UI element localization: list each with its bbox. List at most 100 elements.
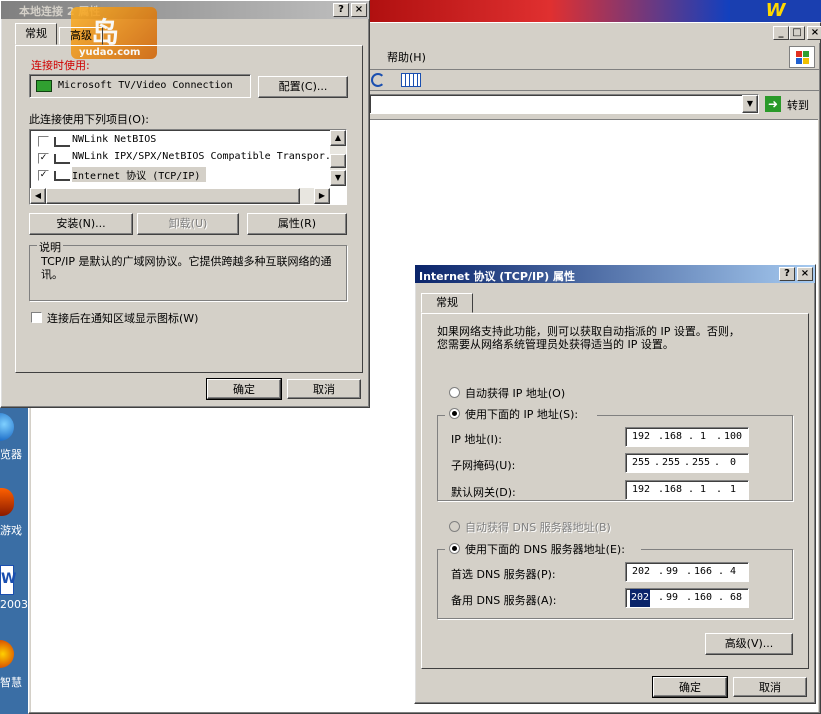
ip-octet: 255: [632, 457, 651, 468]
ip-address-input[interactable]: 192. 168. 1. 100: [625, 427, 749, 447]
network-adapter-icon: [36, 80, 52, 92]
dns-group: [437, 549, 793, 619]
tab-general[interactable]: 常规: [421, 293, 473, 313]
preferred-dns-input[interactable]: 202. 99. 166. 4: [625, 562, 749, 582]
ip-octet: 168: [664, 431, 683, 442]
item-label[interactable]: Internet 协议 (TCP/IP): [72, 167, 207, 182]
address-dropdown-button[interactable]: ▼: [742, 95, 758, 113]
ip-octet: 100: [724, 431, 743, 442]
ip-octet: 0: [730, 457, 737, 468]
tab-general[interactable]: 常规: [15, 23, 57, 45]
close-icon[interactable]: ×: [797, 267, 813, 281]
mask-label: 子网掩码(U):: [451, 459, 516, 472]
vertical-scrollbar[interactable]: ▲ ▼: [330, 130, 346, 186]
pref-dns-label: 首选 DNS 服务器(P):: [451, 568, 556, 581]
desktop-icon-label: 智慧: [0, 676, 22, 689]
item-label[interactable]: NWLink NetBIOS: [72, 134, 156, 145]
help-icon[interactable]: ?: [333, 3, 349, 17]
ip-octet: 1: [730, 484, 737, 495]
item-checkbox[interactable]: [38, 136, 49, 147]
item-checkbox[interactable]: ✓: [38, 170, 49, 181]
ip-octet: 192: [632, 484, 651, 495]
adapter-field: Microsoft TV/Video Connection: [29, 74, 251, 98]
ok-button[interactable]: 确定: [206, 378, 282, 400]
configure-button[interactable]: 配置(C)...: [258, 76, 348, 98]
notify-label[interactable]: 连接后在通知区域显示图标(W): [47, 310, 198, 326]
notify-checkbox[interactable]: [31, 312, 42, 323]
toolbar-divider: [369, 69, 819, 70]
auto-ip-radio[interactable]: [449, 387, 460, 398]
ip-octet: 202: [632, 566, 651, 577]
connect-using-label: 连接时使用:: [31, 59, 90, 72]
tab-advanced[interactable]: 高级: [59, 27, 103, 45]
tab-advanced-label: 高级: [70, 29, 92, 42]
horizontal-scrollbar[interactable]: ◀ ▶: [30, 188, 330, 204]
auto-ip-label[interactable]: 自动获得 IP 地址(O): [465, 385, 565, 401]
alt-dns-label: 备用 DNS 服务器(A):: [451, 594, 557, 607]
go-icon[interactable]: ➜: [765, 96, 781, 112]
cancel-button[interactable]: 取消: [287, 379, 361, 399]
help-icon[interactable]: ?: [779, 267, 795, 281]
properties-button[interactable]: 属性(R): [247, 213, 347, 235]
word-icon[interactable]: W: [0, 565, 16, 595]
scroll-right-button[interactable]: ▶: [314, 188, 330, 204]
toolbar-divider-2: [369, 90, 819, 91]
description-label: 说明: [37, 239, 63, 255]
protocol-icon: [54, 154, 70, 164]
scroll-thumb[interactable]: [330, 154, 346, 168]
use-dns-label[interactable]: 使用下面的 DNS 服务器地址(E):: [465, 541, 625, 557]
close-icon[interactable]: ×: [807, 26, 821, 40]
menu-help[interactable]: 帮助(H): [387, 49, 426, 65]
items-list[interactable]: NWLink NetBIOS ✓ NWLink IPX/SPX/NetBIOS …: [29, 129, 347, 205]
ip-label: IP 地址(I):: [451, 433, 502, 446]
scroll-up-button[interactable]: ▲: [330, 130, 346, 146]
tab-general-label: 常规: [25, 27, 47, 40]
ip-octet: 166: [694, 566, 713, 577]
desktop-icon-label: 2003: [0, 598, 28, 611]
gateway-label: 默认网关(D):: [451, 486, 516, 499]
item-checkbox[interactable]: ✓: [38, 153, 49, 164]
alternate-dns-input[interactable]: 202. 99. 160. 68: [625, 588, 749, 608]
items-label: 此连接使用下列项目(O):: [29, 113, 149, 126]
ip-octet: 255: [692, 457, 711, 468]
item-label[interactable]: NWLink IPX/SPX/NetBIOS Compatible Transp…: [72, 151, 331, 162]
adapter-name: Microsoft TV/Video Connection: [58, 80, 233, 91]
description-text: TCP/IP 是默认的广域网协议。它提供跨越多种互联网络的通讯。: [41, 255, 332, 281]
ip-octet: 4: [730, 566, 737, 577]
ip-octet: 168: [664, 484, 683, 495]
ip-octet: 160: [694, 592, 713, 603]
uninstall-button: 卸载(U): [137, 213, 239, 235]
advanced-button[interactable]: 高级(V)...: [705, 633, 793, 655]
lan-properties-dialog: 本地连接 2 属性 ? × 岛 yudao.com 常规 高级 连接时使用: M…: [0, 0, 370, 408]
use-ip-label[interactable]: 使用下面的 IP 地址(S):: [465, 406, 578, 422]
tab-general-label: 常规: [436, 296, 458, 309]
intro-text-2: 您需要从网络系统管理员处获得适当的 IP 设置。: [437, 338, 674, 351]
refresh-icon[interactable]: [371, 73, 385, 87]
ip-octet-selected: 202: [630, 589, 651, 607]
desktop-icon-label: 览器: [0, 448, 22, 461]
use-dns-radio[interactable]: [449, 543, 460, 554]
subnet-mask-input[interactable]: 255. 255. 255. 0: [625, 453, 749, 473]
install-button[interactable]: 安装(N)...: [29, 213, 133, 235]
use-ip-radio[interactable]: [449, 408, 460, 419]
go-button-label[interactable]: 转到: [787, 97, 809, 113]
scroll-down-button[interactable]: ▼: [330, 170, 346, 186]
cancel-button[interactable]: 取消: [733, 677, 807, 697]
ip-octet: 99: [666, 592, 679, 603]
maximize-icon[interactable]: □: [789, 26, 805, 40]
auto-dns-radio: [449, 521, 460, 532]
desktop-icon-label: 游戏: [0, 524, 22, 537]
view-grid-icon[interactable]: [401, 73, 421, 87]
minimize-icon[interactable]: _: [773, 26, 789, 40]
ip-octet: 68: [730, 592, 743, 603]
protocol-icon: [54, 137, 70, 147]
close-icon[interactable]: ×: [351, 3, 367, 17]
ok-button[interactable]: 确定: [652, 676, 728, 698]
scroll-left-button[interactable]: ◀: [30, 188, 46, 204]
scroll-hthumb[interactable]: [46, 188, 300, 204]
gateway-input[interactable]: 192. 168. 1. 1: [625, 480, 749, 500]
banner-logo: W: [730, 0, 821, 22]
protocol-icon: [54, 171, 70, 181]
ip-octet: 255: [662, 457, 681, 468]
address-input[interactable]: [369, 94, 759, 114]
